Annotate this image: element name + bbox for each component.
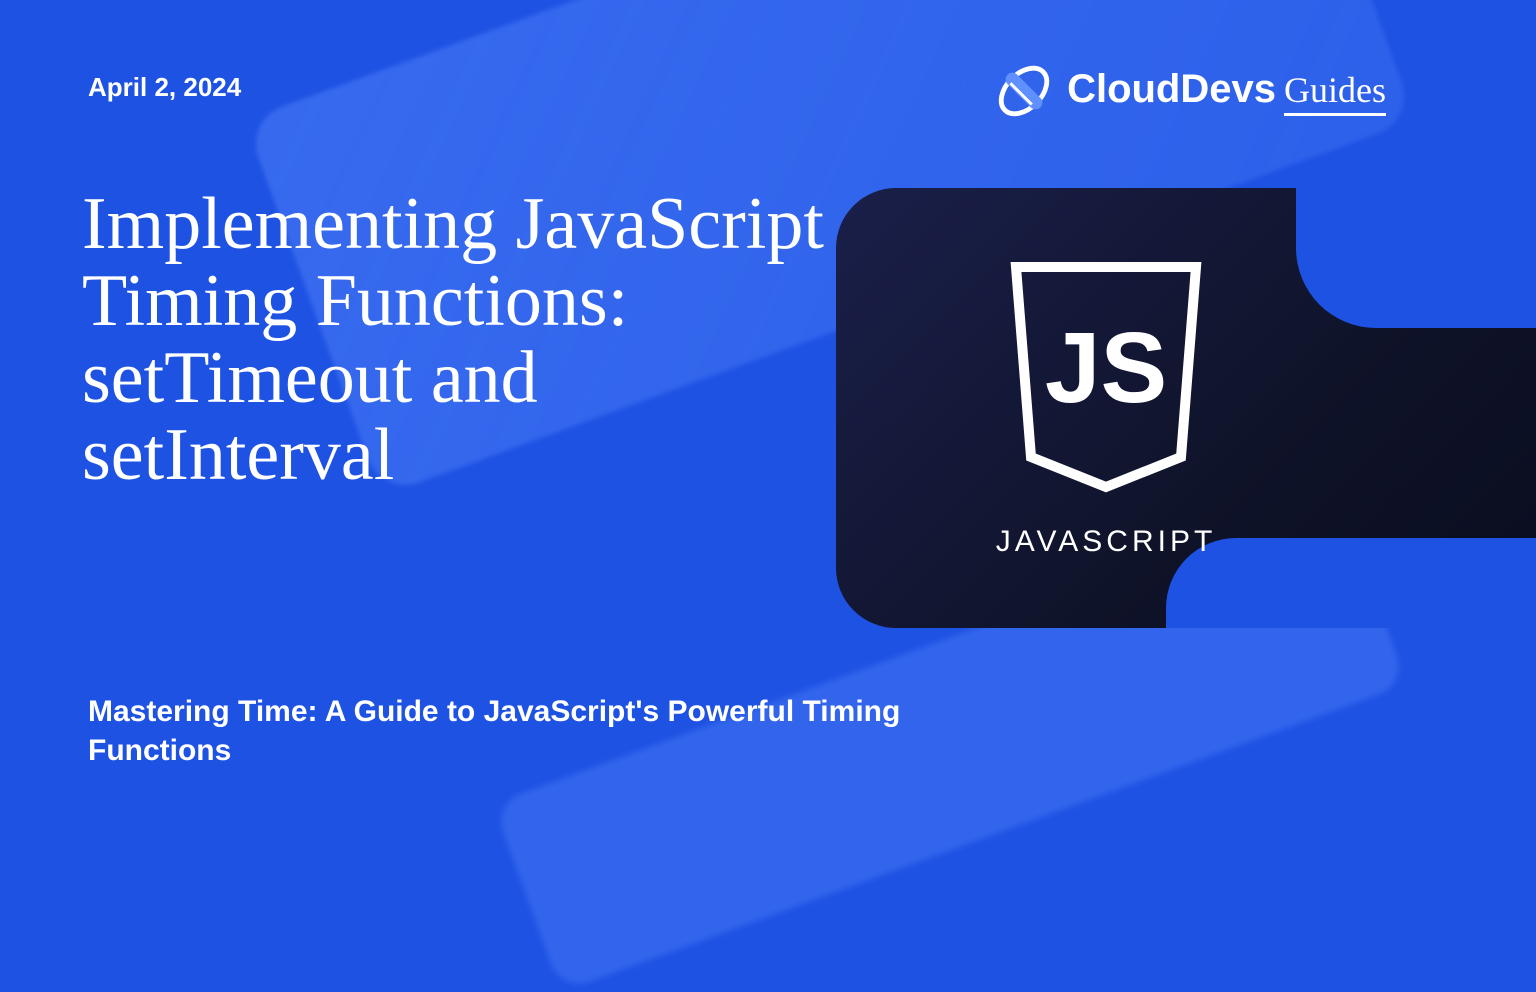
brand-logo: CloudDevs Guides: [995, 62, 1386, 120]
clouddevs-icon: [995, 62, 1053, 120]
brand-name: CloudDevs: [1067, 67, 1276, 112]
page-subtitle: Mastering Time: A Guide to JavaScript's …: [88, 692, 938, 770]
svg-text:JS: JS: [1045, 312, 1167, 424]
brand-text: CloudDevs Guides: [1067, 67, 1386, 116]
technology-card: JS JAVASCRIPT: [836, 188, 1536, 628]
brand-suffix: Guides: [1284, 69, 1386, 116]
javascript-shield-icon: JS: [996, 257, 1216, 507]
technology-label: JAVASCRIPT: [996, 525, 1217, 559]
publish-date: April 2, 2024: [88, 72, 241, 103]
page-title: Implementing JavaScript Timing Functions…: [82, 186, 842, 494]
